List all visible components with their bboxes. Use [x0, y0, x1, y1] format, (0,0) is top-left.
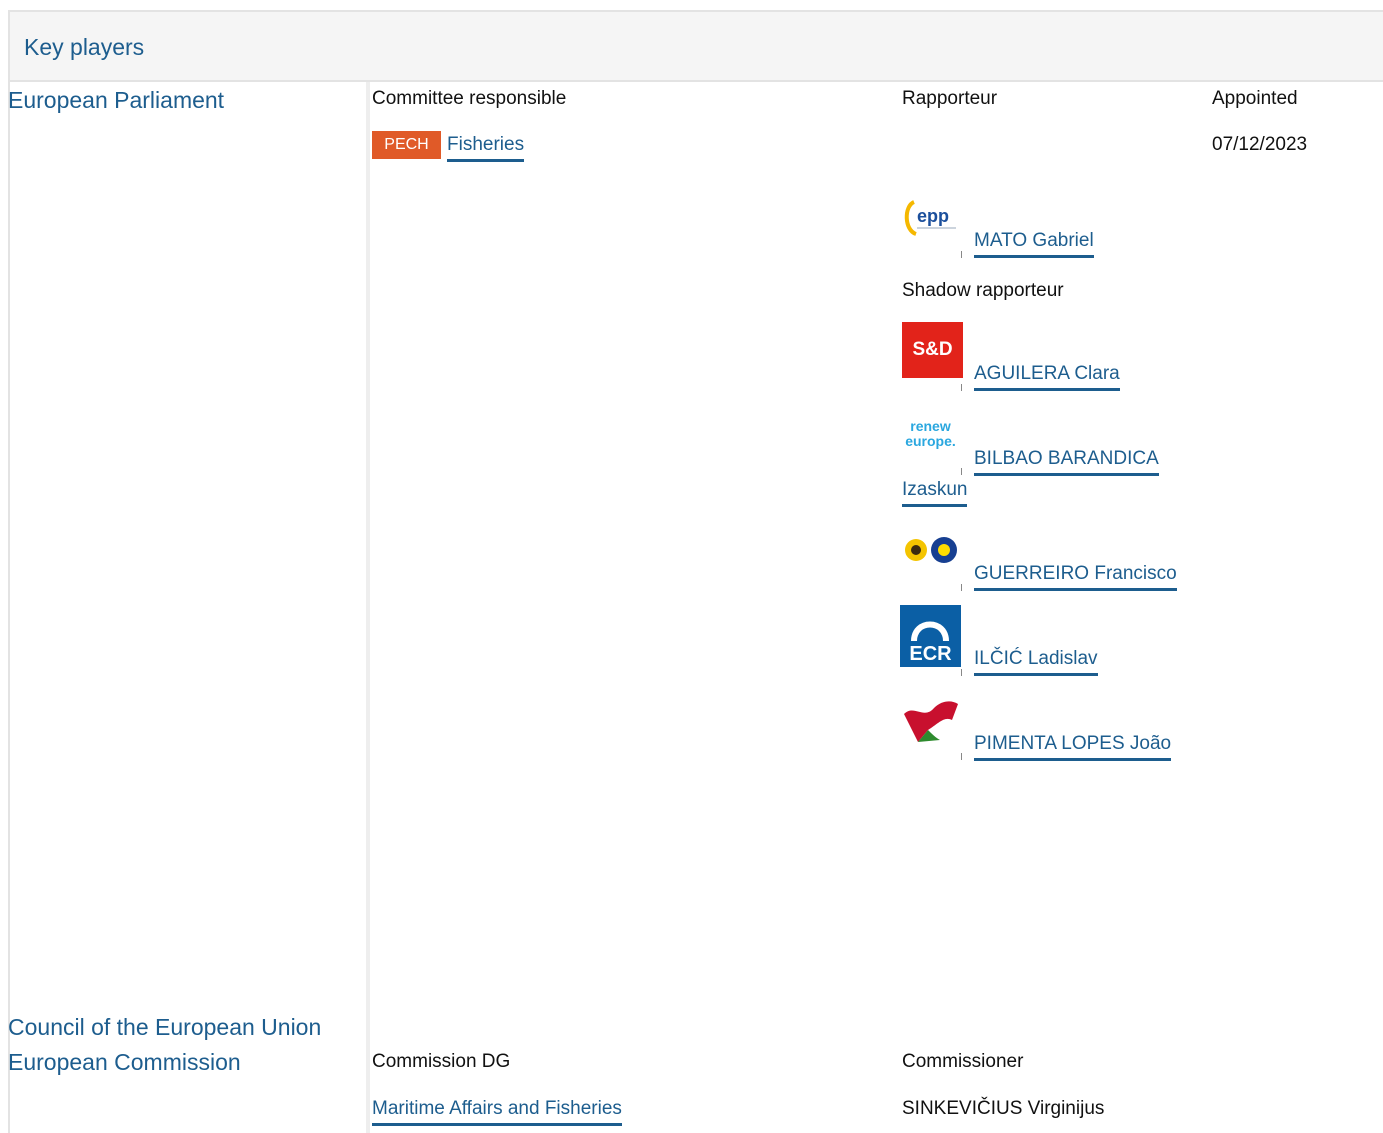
- committee-responsible-header: Committee responsible: [372, 88, 567, 109]
- sd-logo-text: S&D: [912, 339, 953, 360]
- logo-link-tick: [961, 468, 962, 475]
- rapporteur-header: Rapporteur: [902, 88, 998, 109]
- shadow-link-ilcic[interactable]: ILČIĆ Ladislav: [974, 647, 1098, 676]
- rapporteur-link[interactable]: MATO Gabriel: [974, 229, 1094, 258]
- logo-link-tick: [961, 251, 962, 258]
- institution-european-parliament[interactable]: European Parliament: [8, 87, 224, 114]
- ecr-logo-text: ECR: [909, 643, 952, 665]
- shadow-link-pimenta-lopes[interactable]: PIMENTA LOPES João: [974, 732, 1172, 761]
- key-players-header: Key players: [10, 12, 1383, 82]
- epp-logo-text: epp: [917, 206, 949, 226]
- commissioner-name: SINKEVIČIUS Virginijus: [902, 1098, 1105, 1119]
- committee-link-fisheries[interactable]: Fisheries: [447, 133, 525, 162]
- renew-logo-line1: renew: [910, 418, 951, 434]
- committee-code: PECH: [384, 136, 429, 153]
- left-logo: [900, 694, 961, 746]
- shadow-link-bilbao[interactable]: BILBAO BARANDICA: [974, 447, 1159, 476]
- section-title: Key players: [24, 34, 145, 60]
- commissioner-header: Commissioner: [902, 1051, 1024, 1072]
- sd-logo: S&D: [902, 322, 963, 378]
- greens-efa-logo-graphic: [905, 537, 957, 563]
- shadow-link-aguilera[interactable]: AGUILERA Clara: [974, 362, 1120, 391]
- appointed-date: 07/12/2023: [1212, 134, 1308, 155]
- renew-logo-line2: europe.: [905, 433, 956, 449]
- commission-dg-link[interactable]: Maritime Affairs and Fisheries: [372, 1097, 622, 1126]
- commission-dg-header: Commission DG: [372, 1051, 511, 1072]
- renew-europe-logo: renew europe.: [900, 406, 961, 462]
- institution-commission[interactable]: European Commission: [8, 1049, 241, 1076]
- logo-link-tick: [961, 384, 962, 391]
- institution-council[interactable]: Council of the European Union: [8, 1014, 321, 1041]
- shadow-link-guerreiro[interactable]: GUERREIRO Francisco: [974, 562, 1177, 591]
- shadow-link-bilbao-line2[interactable]: Izaskun: [902, 478, 968, 507]
- epp-logo: epp: [900, 190, 961, 246]
- greens-efa-logo: [900, 522, 961, 572]
- logo-link-tick: [961, 584, 962, 591]
- epp-logo-graphic: epp: [904, 200, 956, 236]
- appointed-header: Appointed: [1212, 88, 1298, 109]
- ecr-logo: ECR: [900, 605, 961, 667]
- logo-link-tick: [961, 753, 962, 760]
- ecr-logo-graphic: [911, 621, 949, 641]
- logo-link-tick: [961, 669, 962, 676]
- shadow-rapporteur-label: Shadow rapporteur: [902, 280, 1064, 301]
- column-divider: [366, 82, 370, 1133]
- committee-code-badge: PECH: [372, 131, 441, 159]
- left-logo-graphic: [904, 701, 958, 742]
- key-players-panel: [8, 10, 1383, 1133]
